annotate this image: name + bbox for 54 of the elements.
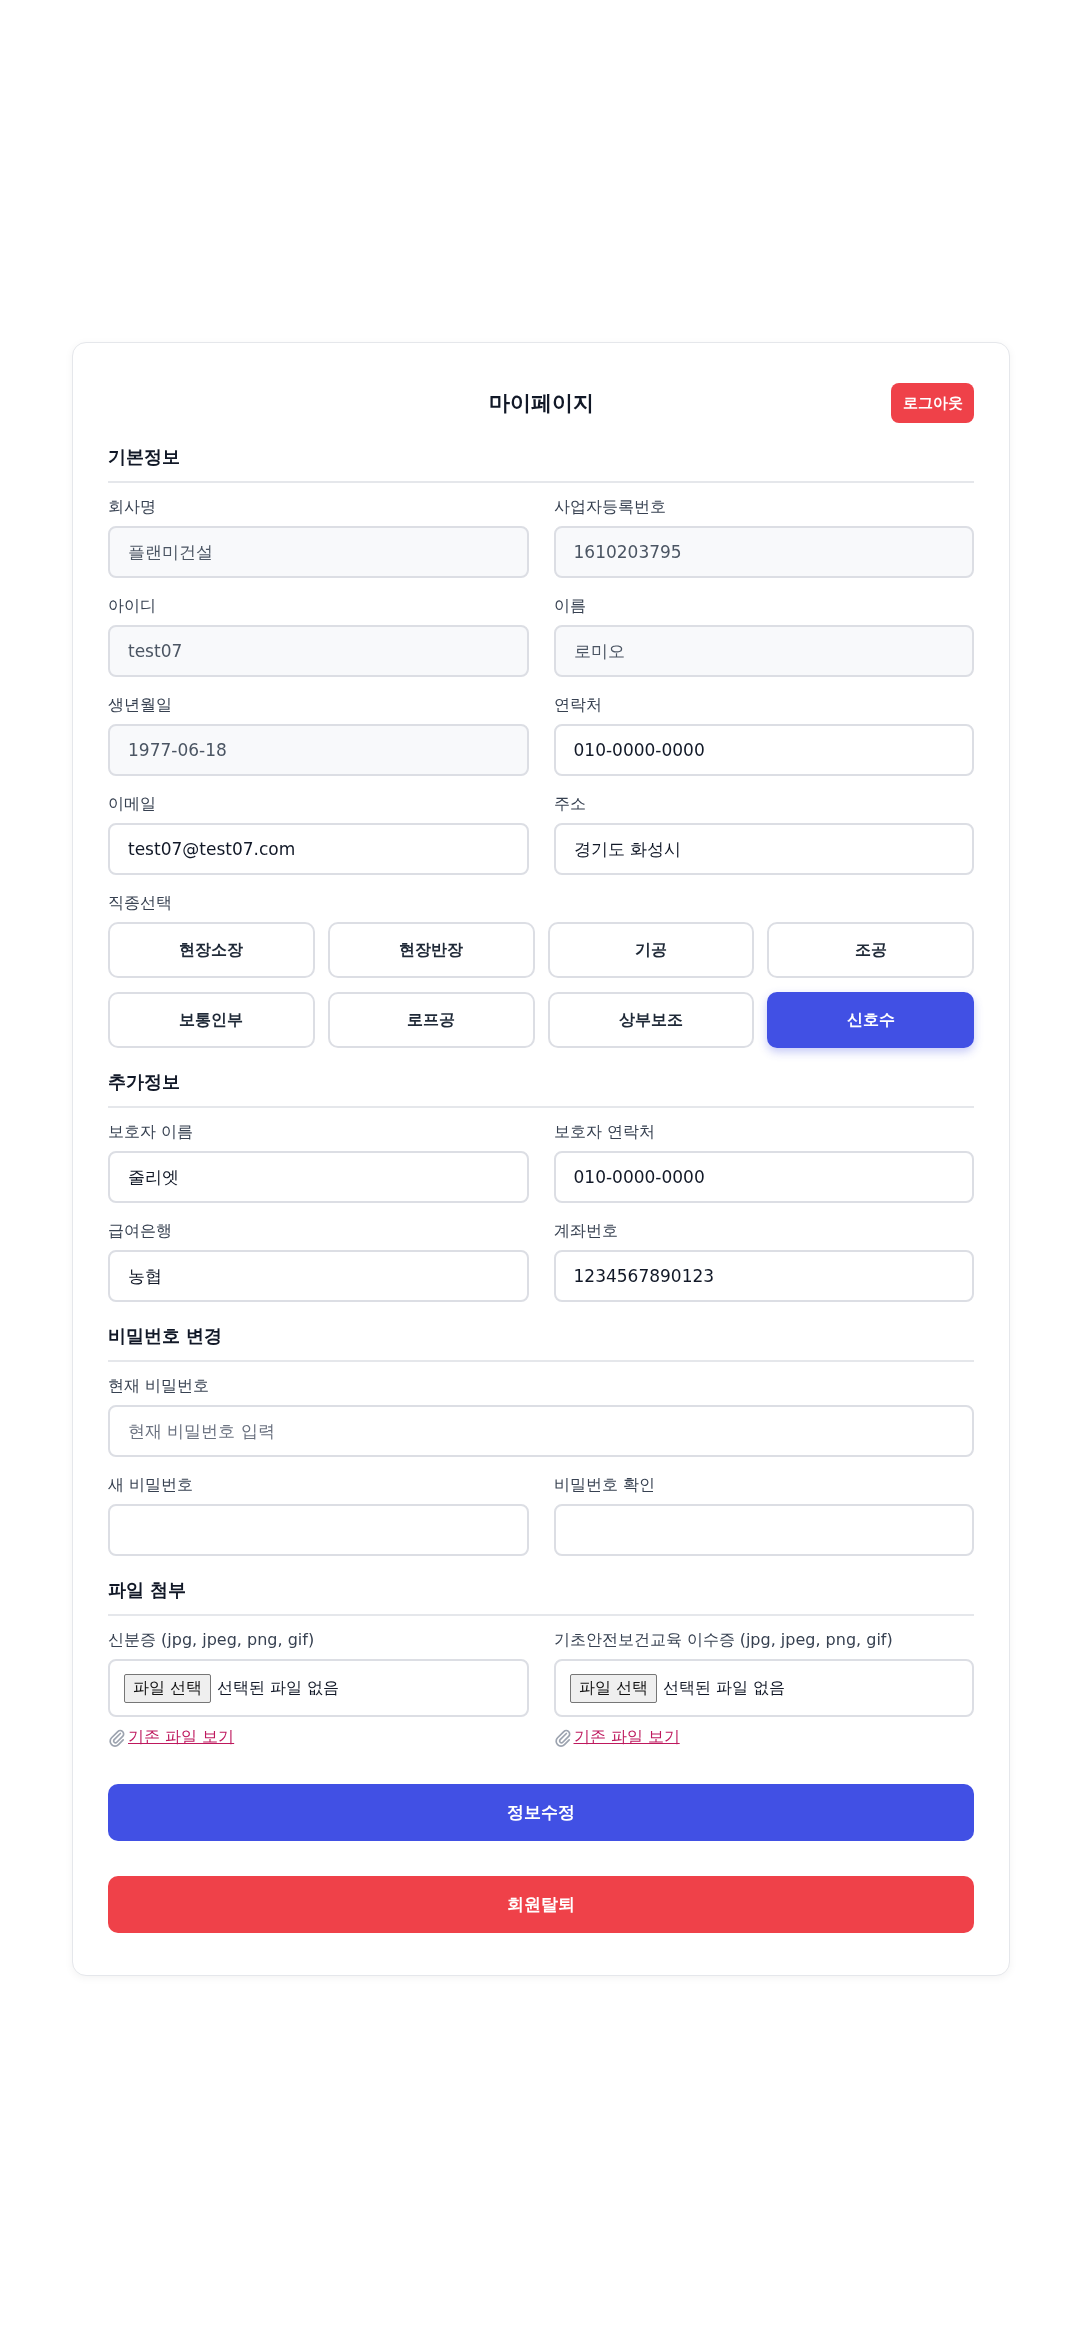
- paperclip-icon: [553, 1728, 572, 1747]
- field-label: 이름: [553, 596, 587, 617]
- field-label: 직종선택: [108, 893, 173, 914]
- file-status: 선택된 파일 없음: [217, 1677, 340, 1699]
- job-option[interactable]: 상부보조: [547, 992, 755, 1048]
- section-heading: 파일 첨부: [108, 1578, 974, 1616]
- page-title: 마이페이지: [488, 390, 594, 417]
- update-button[interactable]: 정보수정: [108, 1784, 974, 1841]
- view-file-link[interactable]: 기존 파일 보기: [573, 1727, 680, 1748]
- field-label: 주소: [553, 794, 587, 815]
- section-heading: 기본정보: [108, 445, 974, 483]
- job-option[interactable]: 조공: [767, 922, 974, 978]
- field-label: 생년월일: [108, 695, 173, 716]
- job-option[interactable]: 신호수: [767, 992, 974, 1048]
- text-field[interactable]: 010-0000-0000: [553, 724, 974, 776]
- job-option[interactable]: 현장소장: [108, 922, 315, 978]
- text-field[interactable]: test07@test07.com: [108, 823, 529, 875]
- field-label: 사업자등록번호: [553, 497, 667, 518]
- text-field[interactable]: 줄리엣: [108, 1151, 529, 1203]
- logout-button[interactable]: 로그아웃: [891, 383, 974, 423]
- job-option[interactable]: 로프공: [327, 992, 535, 1048]
- field-label: 기초안전보건교육 이수증 (jpg, jpeg, png, gif): [553, 1630, 894, 1651]
- field-label: 계좌번호: [553, 1221, 619, 1242]
- field-label: 보호자 연락처: [553, 1122, 656, 1143]
- field-label: 회사명: [108, 497, 157, 518]
- withdraw-button[interactable]: 회원탈퇴: [108, 1876, 974, 1933]
- field-label: 아이디: [108, 596, 157, 617]
- field-label: 연락처: [553, 695, 603, 716]
- field-label: 새 비밀번호: [108, 1475, 195, 1496]
- section-heading: 추가정보: [108, 1070, 974, 1108]
- job-option[interactable]: 현장반장: [327, 922, 535, 978]
- file-status: 선택된 파일 없음: [662, 1677, 785, 1699]
- view-file-link[interactable]: 기존 파일 보기: [128, 1727, 235, 1748]
- field-label: 신분증 (jpg, jpeg, png, gif): [108, 1630, 316, 1651]
- field-label: 비밀번호 확인: [553, 1475, 656, 1496]
- field-label: 이메일: [108, 794, 157, 815]
- password-field[interactable]: [108, 1504, 529, 1556]
- file-field[interactable]: 파일 선택 선택된 파일 없음: [108, 1659, 529, 1717]
- text-field[interactable]: 농협: [108, 1250, 529, 1302]
- choose-file-button[interactable]: 파일 선택: [569, 1673, 657, 1703]
- file-field[interactable]: 파일 선택 선택된 파일 없음: [553, 1659, 974, 1717]
- field-label: 급여은행: [108, 1221, 173, 1242]
- password-field[interactable]: 현재 비밀번호 입력: [108, 1405, 974, 1457]
- field-label: 보호자 이름: [108, 1122, 195, 1143]
- text-field[interactable]: 1234567890123: [553, 1250, 974, 1302]
- choose-file-button[interactable]: 파일 선택: [124, 1673, 212, 1703]
- password-field[interactable]: [553, 1504, 974, 1556]
- section-heading: 비밀번호 변경: [108, 1324, 974, 1362]
- text-field[interactable]: 010-0000-0000: [553, 1151, 974, 1203]
- paperclip-icon: [108, 1728, 126, 1747]
- job-option[interactable]: 보통인부: [108, 992, 315, 1048]
- field-label: 현재 비밀번호: [108, 1376, 211, 1397]
- job-option[interactable]: 기공: [547, 922, 755, 978]
- text-field[interactable]: 경기도 화성시: [553, 823, 974, 875]
